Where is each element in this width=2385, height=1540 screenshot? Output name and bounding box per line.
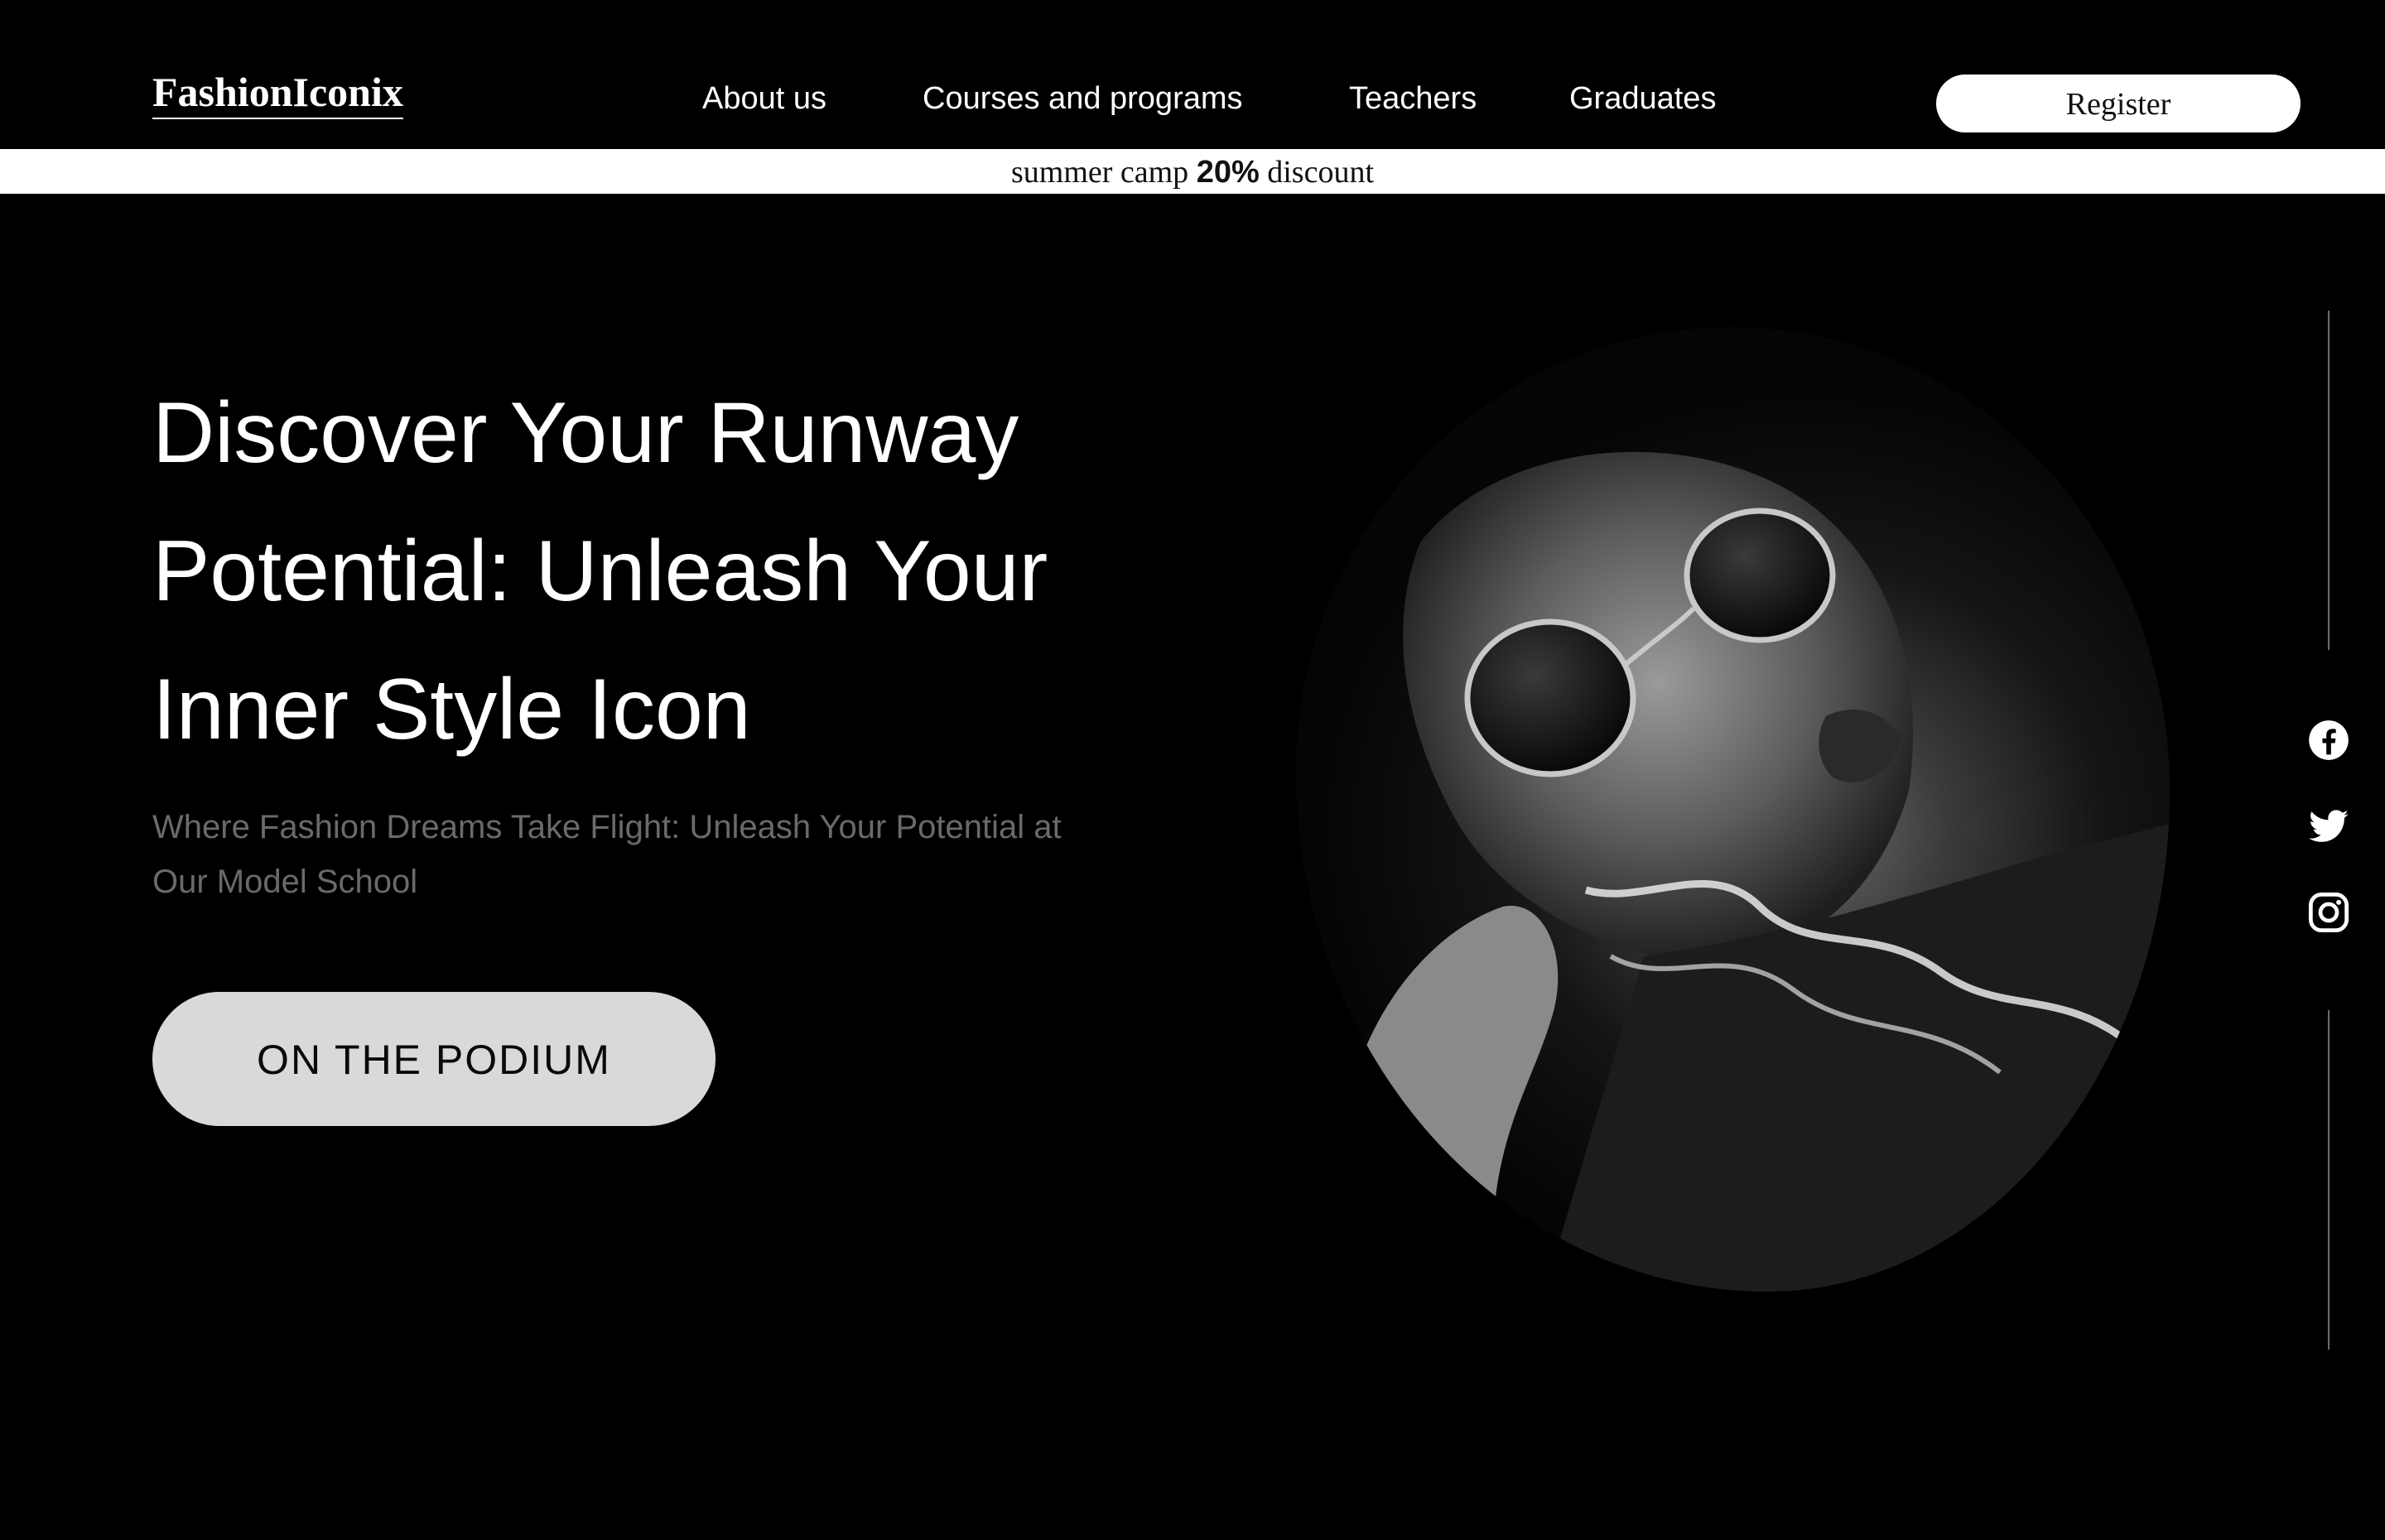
nav-item-courses-and-programs[interactable]: Courses and programs	[923, 83, 1243, 114]
hero-model-photo	[1296, 327, 2170, 1292]
instagram-icon[interactable]	[2307, 891, 2350, 934]
nav-item-teachers[interactable]: Teachers	[1349, 83, 1477, 114]
social-divider-top	[2328, 310, 2330, 650]
hero-title-line: Potential: Unleash Your	[152, 523, 1048, 619]
promo-prefix: summer camp	[1010, 155, 1189, 190]
nav-item-about-us[interactable]: About us	[702, 83, 826, 114]
hero-title-line: Inner Style Icon	[152, 662, 751, 758]
promo-banner[interactable]: summer camp 20% discount	[0, 149, 2385, 194]
twitter-icon[interactable]	[2307, 805, 2350, 848]
register-button[interactable]: Register	[1936, 75, 2301, 132]
hero-subtitle: Where Fashion Dreams Take Flight: Unleas…	[152, 809, 1062, 900]
promo-suffix: discount	[1267, 155, 1375, 190]
on-the-podium-button[interactable]: ON THE PODIUM	[152, 992, 716, 1126]
site-header: FashionIconix About us Courses and progr…	[0, 0, 2385, 149]
hero-title-line: Discover Your Runway	[152, 385, 1019, 481]
hero-title: Discover Your Runway Potential: Unleash …	[152, 364, 1312, 779]
facebook-icon[interactable]	[2307, 719, 2350, 762]
model-photo-illustration	[1362, 451, 2170, 1292]
promo-discount-value: 20%	[1196, 155, 1260, 190]
logo[interactable]: FashionIconix	[152, 71, 403, 119]
nav-item-graduates[interactable]: Graduates	[1569, 83, 1716, 114]
social-divider-bottom	[2328, 1010, 2330, 1350]
